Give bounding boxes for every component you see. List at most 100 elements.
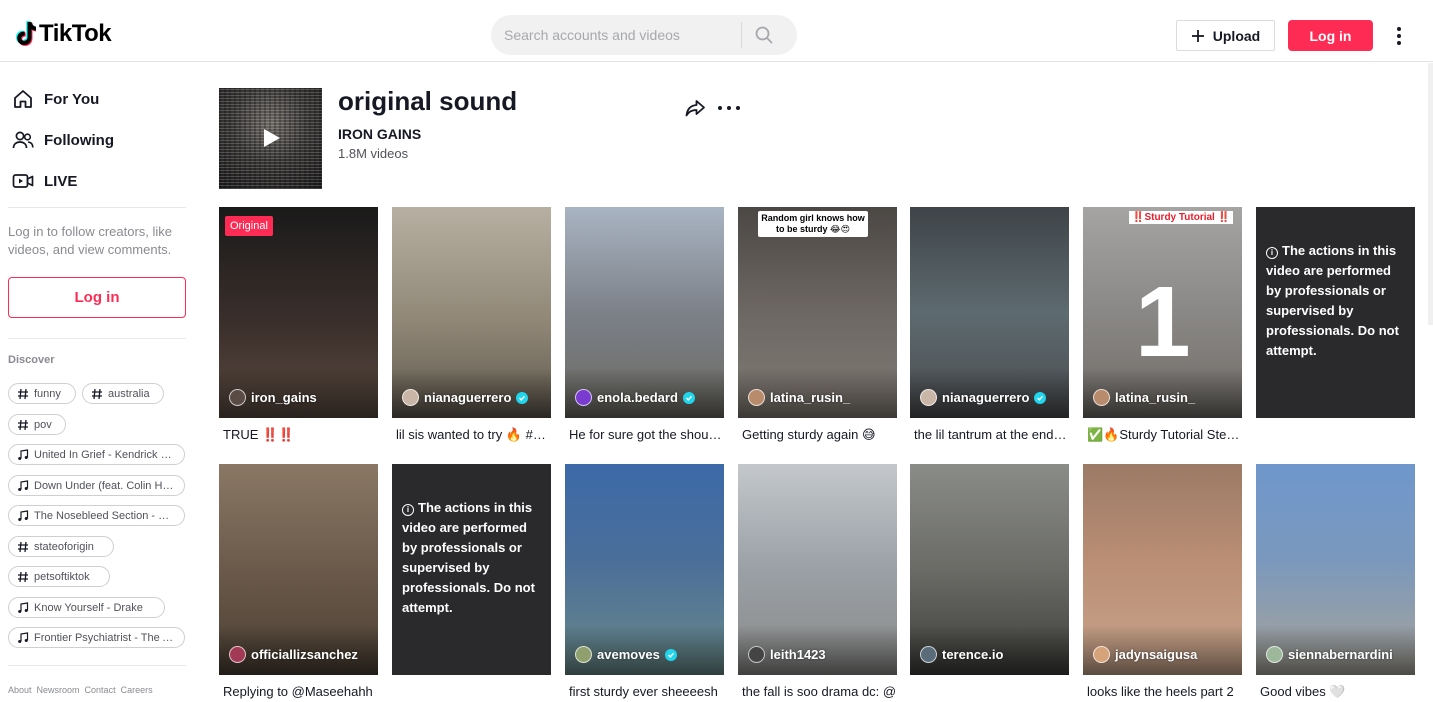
video-card[interactable]: officiallizsanchez Replying to @Maseehah… — [219, 464, 378, 701]
avatar — [229, 646, 246, 663]
video-thumbnail[interactable]: Original iron_gains — [219, 207, 378, 418]
chip-label: United In Grief - Kendrick Lamar — [34, 448, 176, 461]
hashtag-icon — [17, 541, 29, 553]
discover-music-nosebleed-section[interactable]: The Nosebleed Section - Hilltop Hoods — [8, 505, 185, 526]
video-card[interactable]: siennabernardini Good vibes 🤍 — [1256, 464, 1415, 701]
video-card[interactable]: enola.bedard He for sure got the shoulde… — [565, 207, 724, 444]
video-author: siennabernardini — [1266, 646, 1393, 663]
search-button[interactable] — [742, 15, 786, 55]
video-author: jadynsaigusa — [1093, 646, 1197, 663]
video-caption: Getting sturdy again 😅 — [742, 427, 876, 442]
footer-link-about[interactable]: About — [8, 685, 32, 695]
video-thumbnail[interactable]: nianaguerrero — [392, 207, 551, 418]
video-caption: TRUE ‼️‼️ — [223, 427, 295, 442]
video-card[interactable]: avemoves first sturdy ever sheeeesh — [565, 464, 724, 701]
page-scrollbar[interactable] — [1428, 63, 1433, 325]
discover-music-frontier-psychiatrist[interactable]: Frontier Psychiatrist - The Avalanches — [8, 627, 185, 648]
video-card[interactable]: i The actions in this video are performed… — [1256, 207, 1415, 444]
video-author: leith1423 — [748, 646, 826, 663]
upload-button[interactable]: Upload — [1176, 20, 1275, 51]
search-bar — [491, 15, 797, 55]
more-horizontal-icon[interactable] — [718, 100, 740, 116]
footer-link-careers[interactable]: Careers — [121, 685, 153, 695]
discover-hashtag-pov[interactable]: pov — [8, 414, 66, 435]
footer-links: About Newsroom Contact Careers — [8, 685, 153, 695]
video-thumbnail[interactable]: ‼️Sturdy Tutorial ‼️ 1 latina_rusin_ — [1083, 207, 1242, 418]
video-caption — [1256, 426, 1415, 444]
video-card[interactable]: leith1423 the fall is soo drama dc: @ — [738, 464, 897, 701]
video-card[interactable]: i The actions in this video are performed… — [392, 464, 551, 701]
music-note-icon — [17, 631, 29, 644]
hashtag-icon — [17, 419, 29, 431]
video-thumbnail[interactable]: siennabernardini — [1256, 464, 1415, 675]
discover-hashtag-australia[interactable]: australia — [82, 383, 164, 404]
discover-hashtag-funny[interactable]: funny — [8, 383, 76, 404]
video-author: latina_rusin_ — [1093, 389, 1195, 406]
discover-music-know-yourself[interactable]: Know Yourself - Drake — [8, 597, 165, 618]
share-icon[interactable] — [684, 97, 706, 119]
video-thumbnail[interactable]: i The actions in this video are performed… — [392, 464, 551, 675]
video-caption: the fall is soo drama dc: @ — [742, 684, 897, 699]
video-caption: ✅🔥Sturdy Tutorial Step 1 — [1087, 427, 1242, 442]
video-thumbnail[interactable]: i The actions in this video are performed… — [1256, 207, 1415, 418]
sidebar-item-for-you[interactable]: For You — [12, 88, 99, 110]
video-card[interactable]: nianaguerrero lil sis wanted to try 🔥 #d… — [392, 207, 551, 444]
video-card[interactable]: terence.io — [910, 464, 1069, 701]
hashtag-icon — [17, 571, 29, 583]
avatar — [1266, 646, 1283, 663]
discover-music-down-under[interactable]: Down Under (feat. Colin Hay) — [8, 475, 185, 496]
video-thumbnail[interactable]: Random girl knows how to be sturdy 😂😍 la… — [738, 207, 897, 418]
sound-cover[interactable] — [219, 88, 322, 189]
video-thumbnail[interactable]: leith1423 — [738, 464, 897, 675]
video-card[interactable]: nianaguerrero the lil tantrum at the end… — [910, 207, 1069, 444]
video-username: iron_gains — [251, 390, 317, 405]
video-card[interactable]: ‼️Sturdy Tutorial ‼️ 1 latina_rusin_ ✅🔥S… — [1083, 207, 1242, 444]
video-username: leith1423 — [770, 647, 826, 662]
video-thumbnail[interactable]: avemoves — [565, 464, 724, 675]
more-options-icon[interactable] — [1390, 24, 1408, 48]
video-username: jadynsaigusa — [1115, 647, 1198, 662]
search-input[interactable] — [491, 27, 741, 43]
hashtag-icon — [17, 388, 29, 400]
avatar — [575, 389, 592, 406]
video-thumbnail[interactable]: enola.bedard — [565, 207, 724, 418]
video-card[interactable]: Original iron_gains TRUE ‼️‼️ — [219, 207, 378, 444]
discover-music-united-in-grief[interactable]: United In Grief - Kendrick Lamar — [8, 444, 185, 465]
video-username: nianaguerrero — [942, 390, 1030, 405]
video-author: enola.bedard — [575, 389, 695, 406]
video-caption — [392, 683, 551, 701]
sidebar-item-label: Following — [44, 131, 114, 149]
video-username: latina_rusin_ — [770, 390, 851, 405]
video-thumbnail[interactable]: jadynsaigusa — [1083, 464, 1242, 675]
play-icon — [264, 129, 280, 147]
header-login-button[interactable]: Log in — [1288, 20, 1373, 51]
plus-icon — [1191, 29, 1204, 42]
search-icon — [755, 26, 773, 44]
video-author: officiallizsanchez — [229, 646, 358, 663]
avatar — [748, 646, 765, 663]
users-icon — [12, 129, 34, 151]
sound-title: original sound — [338, 86, 518, 116]
video-caption: lil sis wanted to try 🔥 #dance — [396, 427, 551, 442]
video-thumbnail[interactable]: terence.io — [910, 464, 1069, 675]
footer-link-contact[interactable]: Contact — [85, 685, 116, 695]
footer-link-newsroom[interactable]: Newsroom — [37, 685, 80, 695]
video-thumbnail[interactable]: officiallizsanchez — [219, 464, 378, 675]
video-card[interactable]: Random girl knows how to be sturdy 😂😍 la… — [738, 207, 897, 444]
discover-hashtag-stateoforigin[interactable]: stateoforigin — [8, 536, 114, 557]
tiktok-logo[interactable]: TikTok — [12, 20, 112, 48]
discover-hashtag-petsoftiktok[interactable]: petsoftiktok — [8, 566, 110, 587]
sidebar-item-following[interactable]: Following — [12, 129, 114, 151]
sidebar-item-live[interactable]: LIVE — [12, 170, 77, 192]
video-username: avemoves — [597, 647, 660, 662]
chip-label: petsoftiktok — [34, 570, 90, 583]
sidebar-divider — [8, 338, 186, 339]
video-thumbnail[interactable]: nianaguerrero — [910, 207, 1069, 418]
sound-author[interactable]: IRON GAINS — [338, 126, 421, 142]
chip-label: Frontier Psychiatrist - The Avalanches — [34, 631, 176, 644]
home-icon — [12, 88, 34, 110]
video-card[interactable]: jadynsaigusa looks like the heels part 2 — [1083, 464, 1242, 701]
avatar — [1093, 389, 1110, 406]
sidebar-login-button[interactable]: Log in — [8, 277, 186, 318]
verified-icon — [1034, 391, 1047, 404]
